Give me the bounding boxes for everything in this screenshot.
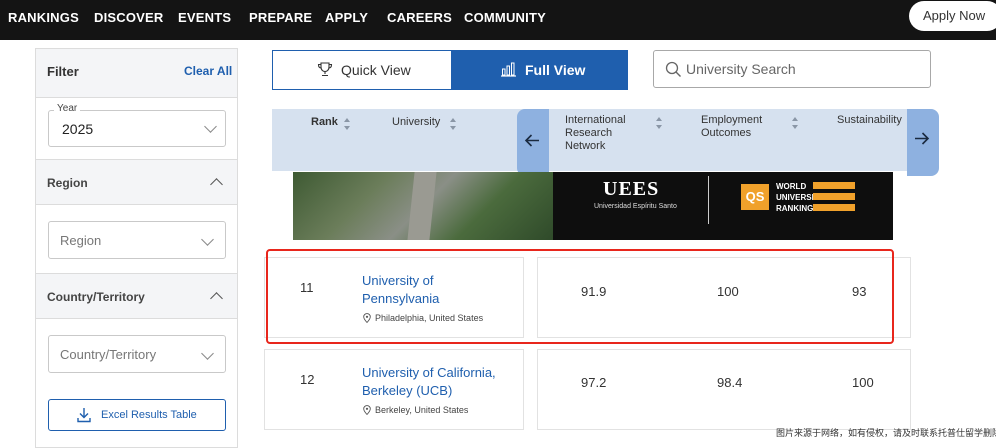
table-row-scores: 97.2 98.4 100	[537, 349, 911, 430]
arrow-left-icon	[524, 134, 539, 147]
col-employment-outcomes[interactable]: Employment Outcomes	[701, 114, 776, 140]
country-title: Country/Territory	[47, 290, 145, 304]
chevron-up-icon	[210, 178, 223, 191]
clear-all-link[interactable]: Clear All	[184, 64, 232, 78]
location-pin-icon	[363, 405, 371, 415]
employment-score: 98.4	[717, 375, 743, 390]
nav-careers[interactable]: CAREERS	[387, 10, 452, 25]
col-university[interactable]: University	[392, 116, 440, 129]
year-label: Year	[54, 103, 81, 114]
country-section-header[interactable]: Country/Territory	[36, 273, 237, 319]
download-icon	[77, 408, 91, 423]
university-link[interactable]: University of California, Berkeley (UCB)	[362, 364, 496, 400]
full-view-button[interactable]: Full View	[451, 51, 627, 89]
ad-banner[interactable]: UEES Universidad Espíritu Santo QS WORLD…	[293, 172, 893, 240]
region-section-header[interactable]: Region	[36, 159, 237, 205]
view-toggle: Quick View Full View	[272, 50, 628, 90]
trophy-icon	[317, 62, 333, 77]
banner-divider	[708, 176, 709, 224]
qs-bar	[813, 193, 855, 200]
nav-rankings[interactable]: RANKINGS	[8, 10, 79, 25]
university-search-input[interactable]: University Search	[653, 50, 931, 88]
region-placeholder: Region	[60, 233, 102, 248]
year-value: 2025	[62, 121, 94, 137]
chevron-down-icon	[201, 233, 214, 246]
col-rank[interactable]: Rank	[311, 116, 338, 129]
qs-bar	[813, 182, 855, 189]
filter-panel: Filter Clear All 2025 Year Region Region…	[35, 48, 238, 448]
sort-icon[interactable]	[343, 117, 351, 131]
search-icon	[665, 61, 681, 77]
uees-subtitle: Universidad Espíritu Santo	[594, 203, 677, 210]
col-international-research-network[interactable]: International Research Network	[565, 114, 645, 153]
sustainability-score: 100	[852, 375, 874, 390]
sort-icon[interactable]	[655, 116, 663, 130]
rank-value: 12	[300, 372, 315, 387]
nav-events[interactable]: EVENTS	[178, 10, 231, 25]
region-title: Region	[47, 176, 88, 190]
university-location: Berkeley, United States	[375, 405, 469, 415]
chevron-up-icon	[210, 292, 223, 305]
table-header: Rank University International Research N…	[272, 109, 909, 171]
filter-header: Filter Clear All	[36, 49, 237, 98]
highlight-box	[266, 249, 894, 344]
search-placeholder: University Search	[686, 61, 796, 77]
country-placeholder: Country/Territory	[60, 347, 157, 362]
filter-title: Filter	[47, 64, 79, 79]
qs-logo: QS	[741, 184, 769, 210]
excel-button-label: Excel Results Table	[101, 409, 197, 421]
quick-view-label: Quick View	[341, 62, 411, 78]
nav-apply[interactable]: APPLY	[325, 10, 368, 25]
sort-icon[interactable]	[449, 117, 457, 131]
chevron-down-icon	[204, 120, 217, 133]
arrow-right-icon	[915, 132, 930, 145]
quick-view-button[interactable]: Quick View	[273, 51, 451, 89]
scroll-left-button[interactable]	[517, 109, 549, 176]
nav-prepare[interactable]: PREPARE	[249, 10, 312, 25]
excel-results-button[interactable]: Excel Results Table	[48, 399, 226, 431]
scroll-right-button[interactable]	[907, 109, 939, 176]
apply-now-button[interactable]: Apply Now	[909, 1, 996, 31]
nav-discover[interactable]: DISCOVER	[94, 10, 164, 25]
sort-icon[interactable]	[791, 116, 799, 130]
nav-community[interactable]: COMMUNITY	[464, 10, 546, 25]
qs-bar	[813, 204, 855, 211]
region-select[interactable]: Region	[48, 221, 226, 259]
chevron-down-icon	[201, 347, 214, 360]
full-view-label: Full View	[525, 62, 586, 78]
year-select[interactable]: 2025	[48, 110, 226, 147]
country-select[interactable]: Country/Territory	[48, 335, 226, 373]
top-nav: RANKINGS DISCOVER EVENTS PREPARE APPLY C…	[0, 0, 996, 40]
bar-chart-icon	[501, 62, 516, 77]
col-sustainability[interactable]: Sustainability	[837, 114, 902, 127]
watermark-text: 图片来源于网络，如有侵权，请及时联系托普仕留学删除	[776, 428, 996, 438]
table-row: 12 University of California, Berkeley (UC…	[264, 349, 524, 430]
uees-logo-text: UEES	[603, 178, 660, 200]
irn-score: 97.2	[581, 375, 607, 390]
